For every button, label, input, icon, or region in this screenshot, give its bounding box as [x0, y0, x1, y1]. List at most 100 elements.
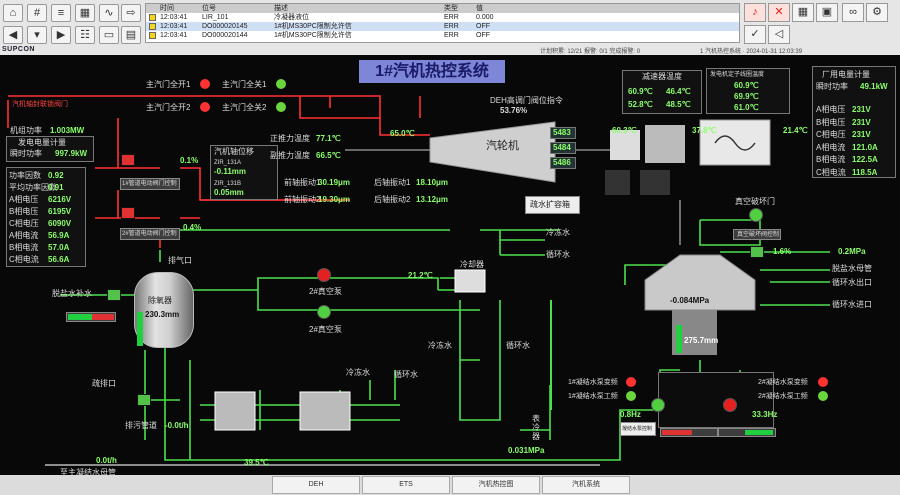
- thrust-neg-label: 副推力温度: [270, 151, 310, 160]
- vac-pump2-label: 2#真空泵: [309, 325, 342, 334]
- condensate-pump-1[interactable]: [651, 398, 665, 412]
- electric-row-label: A相电流: [9, 231, 39, 240]
- station-row-value: 118.5A: [852, 167, 878, 177]
- pump-ctrl-label: 凝结水泵控制: [622, 426, 653, 432]
- reducer-v4: 48.5℃: [666, 100, 691, 109]
- axial-title: 汽机轴位移: [214, 147, 254, 156]
- condenser-pressure: -0.084MPa: [670, 296, 710, 305]
- rvib1-value: 18.10μm: [416, 178, 449, 187]
- deaerator-level: 230.3mm: [145, 310, 180, 319]
- electric-row-value: 56.9A: [48, 231, 70, 240]
- electric-row-value: 56.6A: [48, 255, 70, 264]
- station-instant-label: 瞬时功率: [816, 82, 848, 91]
- meter-value: 997.9kW: [55, 149, 88, 158]
- bypass-ctrl2-label: 2#管道电动阀门控制: [122, 231, 177, 237]
- condensate-pump-2[interactable]: [723, 398, 737, 412]
- p1-run-label: 1#凝结水泵变频: [568, 379, 618, 386]
- power-value: 1.003MW: [50, 126, 85, 135]
- fvib1-value: 30.19μm: [318, 178, 351, 187]
- valve-open1-light: [200, 79, 210, 89]
- p2-run-light: [818, 377, 828, 387]
- rvib1-label: 后轴振动1: [374, 178, 411, 187]
- desalt-ctrl-bar-red: [92, 314, 114, 320]
- drain-pipe-label: 排污管道: [125, 421, 157, 430]
- station-row-label: C相电流: [816, 167, 846, 177]
- bypass-valve-1[interactable]: [121, 154, 135, 166]
- circ3-label: 循环水: [394, 370, 418, 379]
- p2-stop-label: 2#凝结水泵工频: [758, 393, 808, 400]
- condenser-pct: 1.6%: [773, 247, 792, 256]
- drain-valve[interactable]: [137, 394, 151, 406]
- drain-flow: -0.0t/h: [165, 421, 189, 430]
- electric-row-value: 6216V: [48, 195, 72, 204]
- thrust-pos-value: 77.1℃: [316, 134, 341, 143]
- electric-row-value: 0.91: [48, 183, 64, 192]
- valve-close2-label: 主汽门全关2: [222, 103, 267, 112]
- electric-row-label: A相电压: [9, 195, 39, 204]
- breaker-label: 真空破坏门: [735, 197, 775, 206]
- station-row-value: 122.5A: [852, 155, 878, 164]
- reducer-v1: 60.9℃: [628, 87, 653, 96]
- gen-temp-v1: 60.9℃: [734, 81, 759, 90]
- reducer-title: 减速器温度: [642, 72, 682, 81]
- station-title: 厂用电量计量: [822, 70, 870, 79]
- station-row-value: 231V: [852, 105, 871, 114]
- gen-temp-v2: 69.9℃: [734, 92, 759, 101]
- thrust-neg-value: 66.5℃: [316, 151, 341, 160]
- deaerator-level-bar: [137, 312, 143, 346]
- page-title: 1#汽机热控系统: [359, 60, 505, 83]
- desalt-in-label: 脱盐水补水: [52, 289, 92, 298]
- nav-ets[interactable]: ETS: [362, 476, 450, 494]
- electric-row-label: 功率因数: [9, 171, 41, 180]
- front-temp: 65.0℃: [390, 129, 415, 138]
- electric-row-label: B相电压: [9, 207, 39, 216]
- turbine-label: 汽轮机: [486, 140, 519, 152]
- electric-row-value: 0.92: [48, 171, 64, 180]
- gen-temp: 21.4℃: [783, 126, 808, 135]
- circ2-label: 循环水: [506, 341, 530, 350]
- valve-close1-light: [276, 79, 286, 89]
- condenser-press2: 0.2MPa: [838, 247, 866, 256]
- speed-1: 5483: [553, 128, 571, 137]
- desalt-pipe-valve[interactable]: [750, 246, 764, 258]
- valve-open2-label: 主汽门全开2: [146, 103, 191, 112]
- p1-run-light: [626, 377, 636, 387]
- circ-label: 循环水: [546, 250, 570, 259]
- pump1-bar-fill: [662, 430, 692, 435]
- vacuum-pump-2[interactable]: [317, 305, 331, 319]
- desalt-valve[interactable]: [107, 289, 121, 301]
- surface-cooler-label: 表冷器: [532, 414, 540, 441]
- gen-temp-title: 发电机定子线圈温度: [710, 72, 765, 78]
- station-row-label: A相电压: [816, 105, 846, 114]
- gov-label: DEH高调门阀位指令: [490, 96, 563, 105]
- pump2-bar-fill: [745, 430, 773, 435]
- speed-3: 5486: [553, 158, 571, 167]
- pump2-freq: 33.3Hz: [752, 410, 778, 419]
- nav-system[interactable]: 汽机系统: [542, 476, 630, 494]
- bypass-pct-1: 0.1%: [180, 156, 199, 165]
- station-row-value: 121.0A: [852, 142, 878, 152]
- breaker-valve[interactable]: [749, 208, 763, 222]
- bypass-ctrl1-label: 1#管道电动阀门控制: [122, 181, 177, 187]
- warn-label: 汽机轴封联锁阀门: [12, 101, 68, 108]
- circ-out-label: 循环水出口: [832, 278, 872, 287]
- nav-deh[interactable]: DEH: [272, 476, 360, 494]
- bearing-temp-2: 37.8℃: [692, 126, 717, 135]
- thrust-pos-label: 正推力温度: [270, 134, 310, 143]
- breaker-ctrl-label: 真空破坏阀控制: [737, 232, 780, 238]
- bottom-temp: 39.5℃: [244, 458, 269, 467]
- axial-val-2: 0.05mm: [214, 188, 244, 197]
- axial-val-1: -0.11mm: [214, 167, 247, 176]
- nav-main[interactable]: 汽机热控图: [452, 476, 540, 494]
- desalt-ctrl-bar-green: [68, 314, 92, 320]
- station-row-value: 231V: [852, 130, 871, 139]
- electric-row-label: C相电流: [9, 255, 39, 264]
- valve-close1-label: 主汽门全关1: [222, 80, 267, 89]
- cool-water3-label: 冷冻水: [346, 368, 370, 377]
- vacuum-pump-1[interactable]: [317, 268, 331, 282]
- electric-row-value: 6090V: [48, 219, 72, 228]
- p1-stop-light: [626, 391, 636, 401]
- electric-row-value: 6195V: [48, 207, 72, 216]
- bypass-valve-2[interactable]: [121, 207, 135, 219]
- station-row-label: C相电压: [816, 130, 846, 139]
